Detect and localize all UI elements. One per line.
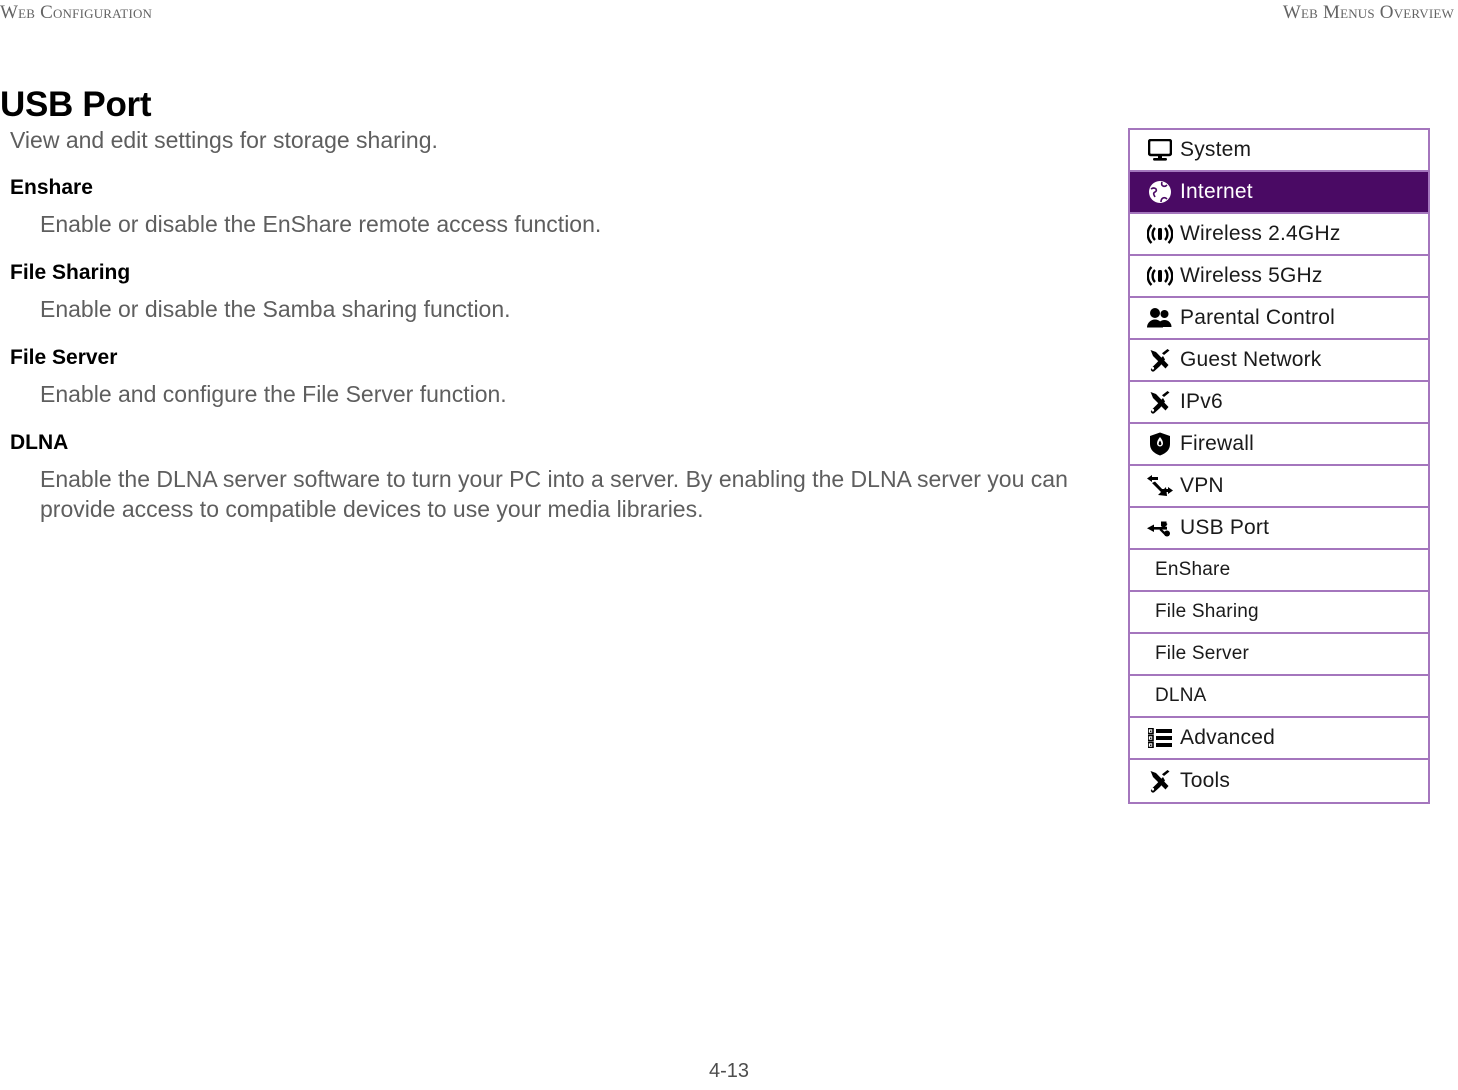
desc-file-sharing: Enable or disable the Samba sharing func… xyxy=(40,296,511,322)
running-head-right: Web Menus Overview xyxy=(1282,2,1454,23)
menu-item-tools[interactable]: Tools xyxy=(1130,760,1428,802)
menu-item-enshare[interactable]: EnShare xyxy=(1130,550,1428,592)
menu-item-label: Guest Network xyxy=(1180,348,1322,371)
desc-enshare: Enable or disable the EnShare remote acc… xyxy=(40,211,602,237)
web-menu-screenshot: System Internet Wireless 2.4GHz Wireless 5G… xyxy=(1128,128,1430,804)
wireless-icon xyxy=(1140,224,1180,244)
intro-paragraph: View and edit settings for storage shari… xyxy=(10,127,438,153)
menu-item-label: File Server xyxy=(1155,643,1250,664)
menu-item-label: Parental Control xyxy=(1180,306,1335,329)
running-head: Web Configuration Web Menus Overview xyxy=(0,0,1458,26)
menu-item-file-sharing[interactable]: File Sharing xyxy=(1130,592,1428,634)
menu-item-label: EnShare xyxy=(1155,559,1231,580)
menu-item-wireless-5ghz[interactable]: Wireless 5GHz xyxy=(1130,256,1428,298)
menu-item-label: Firewall xyxy=(1180,432,1254,455)
users-icon xyxy=(1140,308,1180,328)
page-footer: 4-13 xyxy=(0,1060,1458,1083)
menu-item-wireless-2-4ghz[interactable]: Wireless 2.4GHz xyxy=(1130,214,1428,256)
desc-file-server: Enable and configure the File Server fun… xyxy=(40,381,507,407)
menu-item-dlna[interactable]: DLNA xyxy=(1130,676,1428,718)
arrows-exchange-icon xyxy=(1140,475,1180,497)
term-dlna: DLNA xyxy=(10,431,69,454)
menu-item-usb-port[interactable]: USB Port xyxy=(1130,508,1428,550)
menu-item-ipv6[interactable]: IPv6 xyxy=(1130,382,1428,424)
menu-item-guest-network[interactable]: Guest Network xyxy=(1130,340,1428,382)
monitor-icon xyxy=(1140,139,1180,161)
desc-dlna: Enable the DLNA server software to turn … xyxy=(40,466,1068,522)
term-enshare: Enshare xyxy=(10,176,93,199)
menu-item-advanced[interactable]: Advanced xyxy=(1130,718,1428,760)
globe-icon xyxy=(1140,180,1180,204)
menu-item-label: Wireless 5GHz xyxy=(1180,264,1323,287)
term-file-server: File Server xyxy=(10,346,118,369)
menu-item-label: System xyxy=(1180,138,1252,161)
term-file-sharing: File Sharing xyxy=(10,261,131,284)
list-icon xyxy=(1140,728,1180,748)
menu-item-internet[interactable]: Internet xyxy=(1130,172,1428,214)
menu-item-label: DLNA xyxy=(1155,685,1207,706)
menu-item-vpn[interactable]: VPN xyxy=(1130,466,1428,508)
menu-item-label: Advanced xyxy=(1180,726,1276,749)
page-number: 4-13 xyxy=(708,1060,750,1082)
menu-item-label: IPv6 xyxy=(1180,390,1223,413)
running-head-left: Web Configuration xyxy=(0,2,153,23)
menu-item-firewall[interactable]: Firewall xyxy=(1130,424,1428,466)
menu-item-label: Internet xyxy=(1180,180,1253,203)
tools-icon xyxy=(1140,390,1180,414)
page-title: USB Port xyxy=(0,85,152,125)
menu-item-label: Tools xyxy=(1180,769,1231,792)
menu-item-label: File Sharing xyxy=(1155,601,1259,622)
menu-item-label: USB Port xyxy=(1180,516,1270,539)
wireless-icon xyxy=(1140,266,1180,286)
body-content: View and edit settings for storage shari… xyxy=(10,125,1075,524)
usb-icon xyxy=(1140,519,1180,537)
shield-flame-icon xyxy=(1140,432,1180,456)
menu-item-label: VPN xyxy=(1180,474,1224,497)
menu-item-system[interactable]: System xyxy=(1130,130,1428,172)
menu-item-parental-control[interactable]: Parental Control xyxy=(1130,298,1428,340)
tools-icon xyxy=(1140,769,1180,793)
tools-icon xyxy=(1140,348,1180,372)
menu-item-label: Wireless 2.4GHz xyxy=(1180,222,1341,245)
menu-item-file-server[interactable]: File Server xyxy=(1130,634,1428,676)
